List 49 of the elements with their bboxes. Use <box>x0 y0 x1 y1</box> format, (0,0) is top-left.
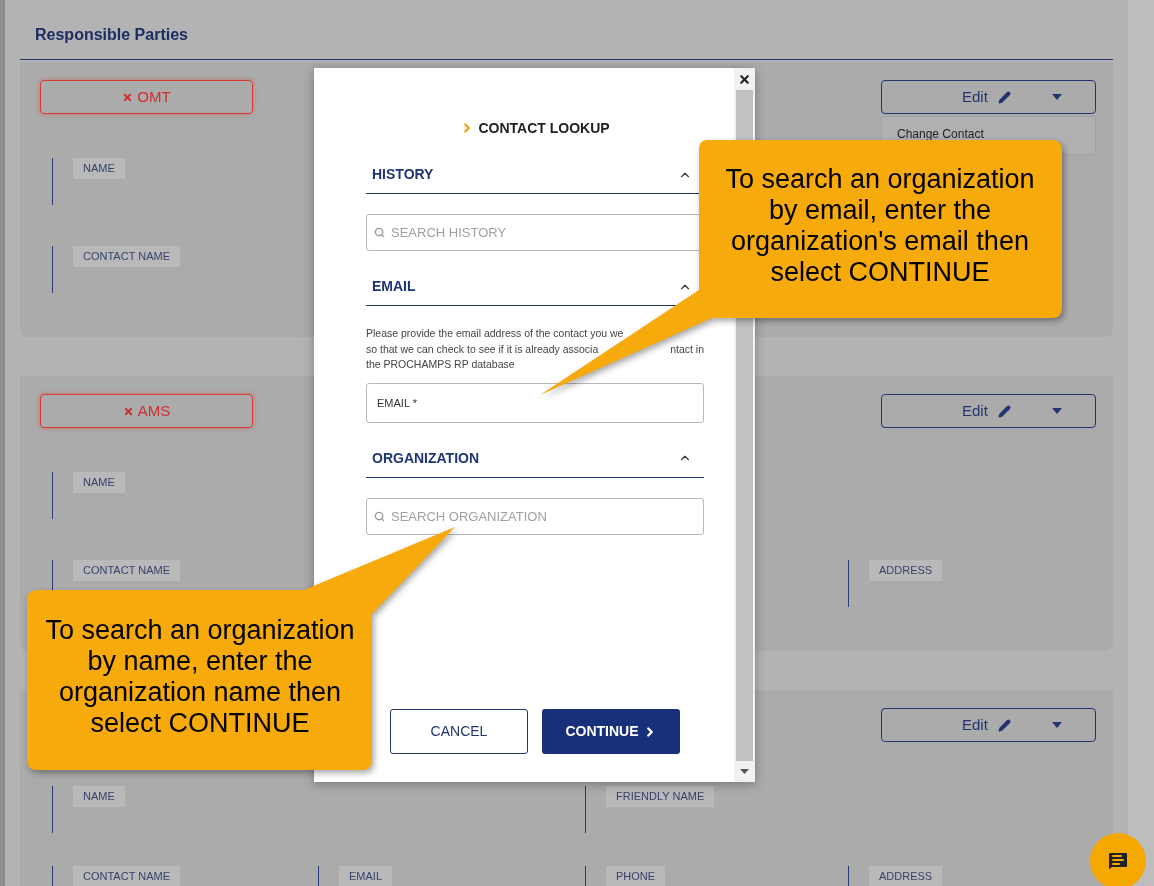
dialog-title: CONTACT LOOKUP <box>478 118 610 138</box>
menu-item[interactable]: Change Contact <box>897 127 1095 141</box>
section-title: EMAIL <box>372 277 416 296</box>
help-text: the PROCHAMPS RP database <box>366 357 515 372</box>
field-label: NAME <box>73 786 125 807</box>
tooltip-text: To search an organization by email, enter the organization's email then select CONTINUE <box>724 164 1036 288</box>
email-field[interactable]: EMAIL * <box>366 382 704 423</box>
edit-button[interactable]: Edit <box>881 708 1096 742</box>
field-divider <box>52 246 53 293</box>
field-label: CONTACT NAME <box>73 866 180 886</box>
field-label: NAME <box>73 158 125 179</box>
field-divider <box>52 786 53 833</box>
search-icon <box>374 510 385 522</box>
scroll-down-icon[interactable] <box>740 769 749 774</box>
pencil-icon <box>997 90 1011 104</box>
caret-icon <box>1051 722 1062 728</box>
caret-icon <box>1051 408 1062 414</box>
field-label: CONTACT NAME <box>73 560 180 581</box>
field-label: ADDRESS <box>869 866 943 886</box>
section-title: ORGANIZATION <box>372 448 480 468</box>
pencil-icon <box>997 718 1011 732</box>
help-text: ntact in <box>670 341 704 357</box>
continue-button[interactable]: CONTINUE <box>542 709 680 754</box>
section-title: HISTORY <box>372 165 434 184</box>
field-label: PHONE <box>606 866 666 886</box>
caret-icon <box>1051 94 1062 100</box>
field-label: FRIENDLY NAME <box>606 786 715 807</box>
edit-button[interactable]: Edit <box>881 80 1096 114</box>
edit-button[interactable]: Edit <box>881 394 1096 428</box>
help-text: Please provide the email address of the contact you we <box>366 326 624 341</box>
close-icon <box>122 405 134 417</box>
search-icon <box>374 227 385 238</box>
search-field[interactable]: SEARCH ORGANIZATION <box>366 497 704 535</box>
field-label: NAME <box>73 472 125 493</box>
field-divider <box>52 158 53 205</box>
field-label: CONTACT NAME <box>73 246 180 267</box>
tooltip-text: To search an organization by name, enter the organization name then select CONTINUE <box>44 615 356 739</box>
field-divider <box>52 472 53 519</box>
field-divider <box>848 560 849 607</box>
field-divider <box>585 786 586 833</box>
field-label: ADDRESS <box>869 560 943 581</box>
pencil-icon <box>997 404 1011 418</box>
field-label: EMAIL <box>339 866 392 886</box>
page-scrollbar[interactable] <box>1128 0 1154 886</box>
page-title: Responsible Parties <box>35 24 188 45</box>
cancel-button[interactable]: CANCEL <box>390 709 528 754</box>
close-icon <box>738 72 751 86</box>
help-text: so that we can check to see if it is already associa <box>366 341 599 357</box>
close-icon <box>122 91 134 103</box>
